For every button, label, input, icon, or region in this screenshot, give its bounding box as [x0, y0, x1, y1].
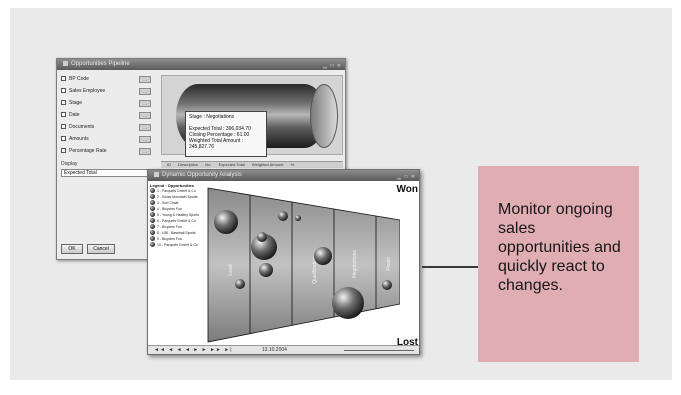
opportunity-sphere[interactable] — [214, 210, 238, 234]
dynamic-opportunity-analysis-window: Dynamic Opportunity Analysis ▁ □ ✕ Legen… — [147, 169, 420, 355]
timeline-navigation-bar: ◄◄ ◄ ◄ ◄ ► ► ►► ►| 13.10.2004 — [148, 345, 419, 354]
opportunity-sphere[interactable] — [332, 287, 364, 319]
callout-connector-line — [422, 266, 478, 268]
criteria-date[interactable]: Date — [61, 112, 80, 118]
criteria-amounts[interactable]: Amounts — [61, 136, 89, 142]
pipeline-title-bar[interactable]: Opportunities Pipeline ▁ □ ✕ — [57, 59, 345, 70]
sphere-icon — [150, 224, 155, 229]
window-controls-icon[interactable]: ▁ □ ✕ — [323, 61, 342, 70]
cancel-button[interactable]: Cancel — [87, 244, 115, 254]
opportunity-sphere[interactable] — [295, 215, 301, 221]
checkbox-icon[interactable] — [61, 112, 66, 117]
won-label: Won — [396, 184, 418, 195]
callout-text: Monitor ongoing sales opportunities and … — [498, 201, 621, 294]
criteria-sales-employee[interactable]: Sales Employee — [61, 88, 105, 94]
sphere-icon — [150, 212, 155, 217]
opportunity-sphere[interactable] — [314, 247, 332, 265]
checkbox-icon[interactable] — [61, 136, 66, 141]
column-header[interactable]: % — [291, 162, 295, 168]
sphere-icon — [150, 194, 155, 199]
analysis-title-bar[interactable]: Dynamic Opportunity Analysis ▁ □ ✕ — [148, 170, 419, 181]
display-label: Display — [61, 161, 78, 167]
tooltip-weighted-value: 245,827.76 — [189, 144, 215, 150]
stage-label-lead: Lead — [228, 264, 234, 275]
sphere-icon — [150, 206, 155, 211]
column-header[interactable]: ID — [167, 162, 171, 168]
amounts-picker-button[interactable]: … — [139, 136, 151, 143]
stage-picker-button[interactable]: … — [139, 100, 151, 107]
opportunity-sphere[interactable] — [259, 263, 273, 277]
column-header[interactable]: Description — [178, 162, 198, 168]
percentage-rate-picker-button[interactable]: … — [139, 148, 151, 155]
bp-code-picker-button[interactable]: … — [139, 76, 151, 83]
column-header[interactable]: No. — [205, 162, 211, 168]
opportunity-sphere[interactable] — [382, 280, 392, 290]
checkbox-icon[interactable] — [61, 76, 66, 81]
opportunity-legend: Legend : Opportunities 1 - Parquets GmbH… — [150, 183, 206, 248]
pipeline-title: Opportunities Pipeline — [71, 61, 130, 67]
stage-label-finals: Finals — [386, 257, 392, 271]
checkbox-icon[interactable] — [61, 124, 66, 129]
funnel-body — [207, 187, 400, 343]
date-picker-button[interactable]: … — [139, 112, 151, 119]
sphere-icon — [150, 236, 155, 241]
criteria-bp-code[interactable]: BP Code — [61, 76, 89, 82]
column-header[interactable]: Weighted Amount — [252, 162, 284, 168]
callout-box: Monitor ongoing sales opportunities and … — [478, 166, 639, 362]
opportunity-sphere[interactable] — [235, 279, 245, 289]
window-icon — [63, 61, 68, 66]
opportunity-sphere[interactable] — [257, 232, 267, 242]
checkbox-icon[interactable] — [61, 88, 66, 93]
sphere-icon — [150, 188, 155, 193]
documents-picker-button[interactable]: … — [139, 124, 151, 131]
playback-controls-icon[interactable]: ◄◄ ◄ ◄ ◄ ► ► ►► ►| — [154, 347, 233, 353]
sphere-icon — [150, 218, 155, 223]
sales-employee-picker-button[interactable]: … — [139, 88, 151, 95]
criteria-documents[interactable]: Documents — [61, 124, 94, 130]
timeline-slider[interactable] — [344, 350, 414, 351]
timeline-date: 13.10.2004 — [261, 347, 287, 353]
criteria-stage[interactable]: Stage — [61, 100, 82, 106]
opportunity-funnel: Lead Qualification Negotiations Finals — [207, 187, 400, 343]
display-value: Expected Total — [64, 170, 97, 176]
stage-label-negotiations: Negotiations — [352, 250, 358, 278]
sphere-icon — [150, 200, 155, 205]
criteria-percentage-rate[interactable]: Percentage Rate — [61, 148, 107, 154]
sphere-icon — [150, 230, 155, 235]
column-header[interactable]: Expected Total — [219, 162, 245, 168]
legend-item[interactable]: 10 - Parquets GmbH & Co — [150, 242, 206, 248]
stage-tooltip: Stage : Negotiations Expected Total : 39… — [185, 111, 267, 157]
sphere-icon — [150, 242, 155, 247]
opportunity-sphere[interactable] — [278, 211, 288, 221]
display-select[interactable]: Expected Total ▾ — [61, 169, 155, 177]
window-controls-icon[interactable]: ▁ □ ✕ — [397, 172, 416, 181]
ok-button[interactable]: OK — [61, 244, 83, 254]
window-icon — [154, 172, 159, 177]
pipeline-cylinder-cap — [310, 84, 338, 148]
opportunity-table-header: ID Description No. Expected Total Weight… — [161, 161, 343, 168]
analysis-title: Dynamic Opportunity Analysis — [162, 172, 242, 178]
checkbox-icon[interactable] — [61, 100, 66, 105]
checkbox-icon[interactable] — [61, 148, 66, 153]
